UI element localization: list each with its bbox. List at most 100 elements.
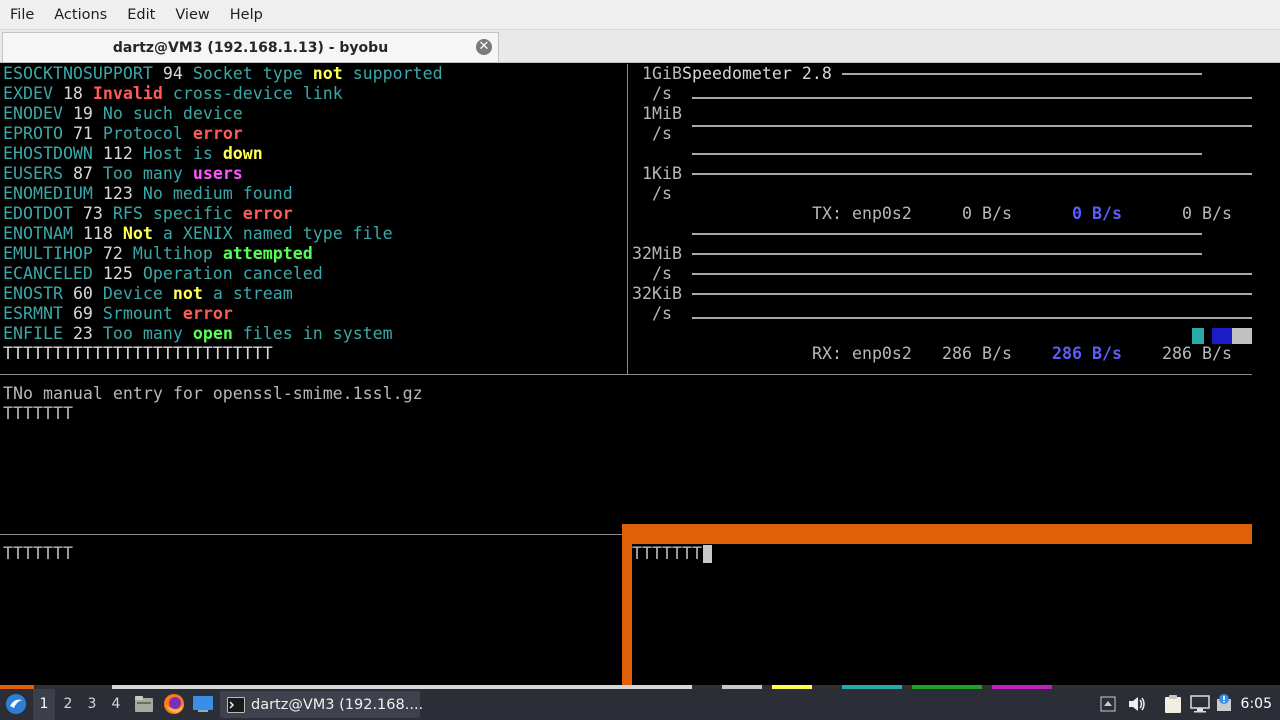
- workspace-2[interactable]: 2: [57, 689, 79, 720]
- rx-scale-unit1: /s: [652, 264, 672, 283]
- errno-line: EXDEV 18 Invalid cross-device link: [3, 84, 343, 104]
- errno-text-segment: Operation canceled: [142, 264, 323, 283]
- menu-view[interactable]: View: [165, 0, 219, 30]
- errno-text-segment: 118: [72, 224, 123, 243]
- errno-text-segment: 19: [62, 104, 103, 123]
- menu-edit[interactable]: Edit: [117, 0, 165, 30]
- rx-scale-unit2: /s: [652, 304, 672, 323]
- errno-text-segment: files in system: [232, 324, 393, 343]
- man-output-line: TNo manual entry for openssl-smime.1ssl.…: [3, 384, 423, 403]
- errno-text-segment: Too many: [102, 324, 193, 343]
- errno-line: ESRMNT 69 Srmount error: [3, 304, 233, 324]
- errno-text-segment: RFS specific: [112, 204, 243, 223]
- rx-graph-line: [692, 317, 1252, 319]
- pane-divider-horizontal-top[interactable]: [0, 374, 1252, 375]
- close-tab-icon[interactable]: ✕: [476, 39, 492, 55]
- errno-line: ESOCKTNOSUPPORT 94 Socket type not suppo…: [3, 64, 443, 84]
- errno-text-segment: No medium found: [142, 184, 293, 203]
- tab-byobu[interactable]: dartz@VM3 (192.168.1.13) - byobu ✕: [2, 32, 499, 62]
- rx-graph-line: [692, 273, 1252, 275]
- active-pane-border: [622, 524, 1252, 544]
- lubuntu-start-icon[interactable]: [4, 692, 28, 720]
- menu-file[interactable]: File: [0, 0, 44, 30]
- errno-text-segment: Multihop: [132, 244, 223, 263]
- tx-graph-line: [692, 97, 1252, 99]
- errno-text-segment: error: [182, 304, 233, 323]
- errno-line: ENOSTR 60 Device not a stream: [3, 284, 293, 304]
- rx-graph-line: [692, 293, 1252, 295]
- rx-scale-top: 32MiB: [632, 244, 682, 263]
- errno-text-segment: open: [192, 324, 233, 343]
- rx-average: 286 B/s: [1052, 344, 1122, 363]
- terminal-area[interactable]: ESOCKTNOSUPPORT 94 Socket type not suppo…: [0, 64, 1280, 685]
- tx-graph-line: [692, 153, 1202, 155]
- tx-graph-line: [692, 173, 1252, 175]
- tx-scale-top: 1GiB: [642, 64, 682, 83]
- menu-actions[interactable]: Actions: [44, 0, 117, 30]
- errno-text-segment: ENOSTR: [3, 284, 63, 303]
- tx-scale-mid: 1MiB: [642, 104, 682, 123]
- errno-text-segment: EXDEV: [3, 84, 53, 103]
- errno-text-segment: Not: [122, 224, 153, 243]
- errno-text-segment: 94: [152, 64, 193, 83]
- tray-up-arrow-icon[interactable]: [1100, 696, 1116, 716]
- tx-label: TX: enp0s2: [812, 204, 912, 223]
- tx-max: 0 B/s: [1182, 204, 1232, 223]
- errno-text-segment: ENODEV: [3, 104, 63, 123]
- errno-text-segment: a stream: [202, 284, 293, 303]
- clock[interactable]: 6:05: [1241, 689, 1272, 720]
- errno-text-segment: ESRMNT: [3, 304, 63, 323]
- errno-text-segment: ENFILE: [3, 324, 63, 343]
- tx-scale-unit2: /s: [652, 124, 672, 143]
- errno-text-segment: ENOTNAM: [3, 224, 73, 243]
- errno-text-segment: Srmount: [102, 304, 183, 323]
- tx-graph-line: [842, 73, 1202, 75]
- errno-text-segment: users: [192, 164, 243, 183]
- errno-text-segment: 69: [62, 304, 103, 323]
- errno-line: EMULTIHOP 72 Multihop attempted: [3, 244, 313, 264]
- errno-text-segment: cross-device link: [162, 84, 343, 103]
- errno-line: EUSERS 87 Too many users: [3, 164, 243, 184]
- errno-text-segment: ENOMEDIUM: [3, 184, 93, 203]
- rx-scale-low: 32KiB: [632, 284, 682, 303]
- errno-text-segment: Too many: [102, 164, 193, 183]
- desktop-icon[interactable]: [192, 695, 214, 717]
- rx-label: RX: enp0s2: [812, 344, 912, 363]
- errno-text-segment: Host is: [142, 144, 223, 163]
- errno-text-segment: error: [192, 124, 243, 143]
- bottom-right-prompt: TTTTTTT: [632, 544, 702, 563]
- tab-title: dartz@VM3 (192.168.1.13) - byobu: [112, 39, 389, 56]
- file-manager-icon[interactable]: [134, 695, 154, 717]
- workspace-1[interactable]: 1: [33, 689, 55, 720]
- errno-line: ENFILE 23 Too many open files in system: [3, 324, 393, 344]
- clipboard-icon[interactable]: [1164, 694, 1182, 718]
- volume-icon[interactable]: [1127, 695, 1147, 717]
- network-icon[interactable]: [1190, 695, 1210, 717]
- errno-text-segment: EUSERS: [3, 164, 63, 183]
- errno-text-segment: EPROTO: [3, 124, 63, 143]
- workspace-4[interactable]: 4: [105, 689, 127, 720]
- pane-divider-horizontal-bottom[interactable]: [0, 534, 622, 535]
- firefox-icon[interactable]: [163, 693, 185, 719]
- active-pane-border: [622, 524, 632, 685]
- errno-text-segment: EDOTDOT: [3, 204, 73, 223]
- taskbar: 1 2 3 4 dartz@VM3 (192.168.... 6:05: [0, 689, 1280, 720]
- tx-scale-unit3: /s: [652, 184, 672, 203]
- menu-help[interactable]: Help: [220, 0, 273, 30]
- errno-line: EHOSTDOWN 112 Host is down: [3, 144, 263, 164]
- rx-activity-block: [1212, 328, 1232, 344]
- errno-line: EPROTO 71 Protocol error: [3, 124, 243, 144]
- tx-scale-unit1: /s: [652, 84, 672, 103]
- tx-scale-low: 1KiB: [642, 164, 682, 183]
- errno-text-segment: 125: [92, 264, 143, 283]
- taskbar-terminal-button[interactable]: dartz@VM3 (192.168....: [220, 691, 423, 718]
- errno-text-segment: Invalid: [92, 84, 163, 103]
- rx-graph-line: [692, 253, 1202, 255]
- rx-activity-block: [1232, 328, 1252, 344]
- errno-text-segment: EHOSTDOWN: [3, 144, 93, 163]
- menubar: File Actions Edit View Help: [0, 0, 1280, 30]
- pane-divider-vertical-top[interactable]: [627, 64, 628, 374]
- terminal-cursor: [703, 545, 712, 563]
- workspace-3[interactable]: 3: [81, 689, 103, 720]
- update-notifier-icon[interactable]: [1215, 693, 1233, 717]
